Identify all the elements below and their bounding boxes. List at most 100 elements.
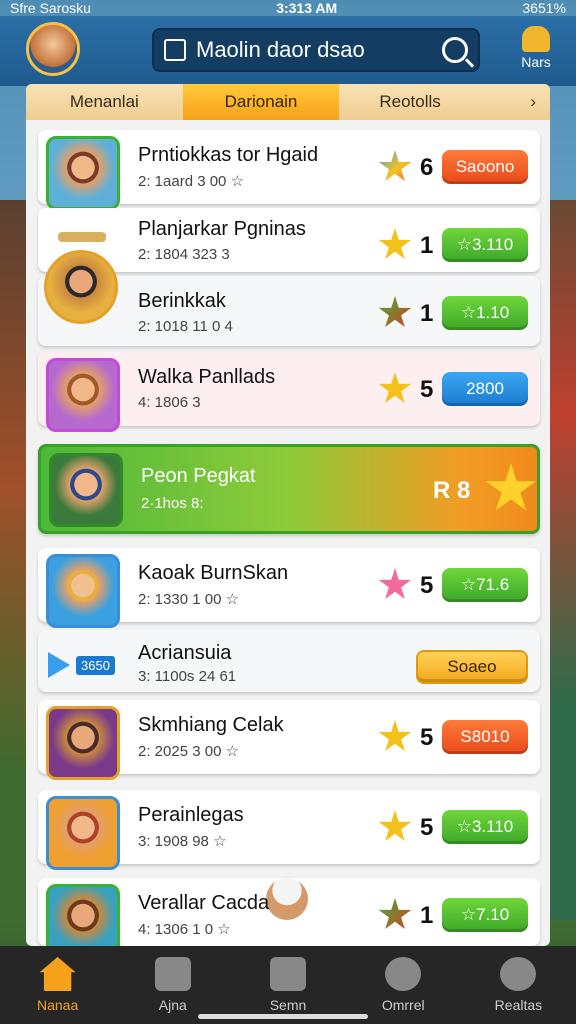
- notifications-button[interactable]: Nars: [512, 26, 560, 78]
- player-stats: 3: 1908 98 ☆: [138, 833, 227, 850]
- action-button[interactable]: Soaeo: [416, 650, 528, 684]
- home-icon: [39, 957, 76, 991]
- action-button[interactable]: S8010: [442, 720, 528, 754]
- player-stats: 2·1hos 8:: [141, 495, 204, 512]
- nav-4[interactable]: Omrrel: [346, 946, 461, 1024]
- player-portrait: [49, 453, 123, 527]
- nav-5[interactable]: Realtas: [461, 946, 576, 1024]
- action-button[interactable]: ☆1.10: [442, 296, 528, 330]
- player-name: Verallar Cacda: [138, 892, 270, 914]
- player-portrait: [46, 358, 120, 432]
- action-button[interactable]: ☆3.110: [442, 810, 528, 844]
- list-item[interactable]: Walka Panllads 4: 1806 3 5 2800: [38, 352, 540, 432]
- play-badge: 3650: [76, 656, 115, 675]
- star-icon: [378, 150, 412, 181]
- player-name: Acriansuia: [138, 642, 232, 664]
- action-button[interactable]: Saoono: [442, 150, 528, 184]
- player-name: Peon Pegkat: [141, 465, 256, 487]
- notifications-label: Nars: [521, 54, 551, 70]
- filter-icon[interactable]: [164, 39, 186, 61]
- star-count: 5: [420, 572, 434, 599]
- player-portrait: [46, 796, 120, 870]
- player-portrait: [46, 706, 120, 780]
- list-item[interactable]: Kaoak BurnSkan 2: 1330 1 00 ☆ 5 ☆71.6: [38, 548, 540, 628]
- player-portrait: [46, 554, 120, 628]
- list-item[interactable]: Berinkkak 2: 1018 11 0 4 1 ☆1.10: [38, 250, 540, 346]
- nav-3[interactable]: Semn: [230, 946, 345, 1024]
- player-stats: 2: 1aard 3 00 ☆: [138, 173, 245, 190]
- player-name: Walka Panllads: [138, 366, 276, 388]
- helmet-avatar: [266, 878, 308, 920]
- player-stats: 3: 1100s 24 61: [138, 668, 237, 685]
- player-stats: 2: 1804 323 3: [138, 246, 230, 263]
- search-input[interactable]: Maolin daor dsao: [196, 37, 442, 63]
- nav-home[interactable]: Nanaa: [0, 946, 115, 1024]
- list-item[interactable]: Planjarkar Pgninas 2: 1804 323 3 1 ☆3.11…: [38, 208, 540, 272]
- nav-label: Realtas: [494, 997, 543, 1013]
- list-item[interactable]: Prntiokkas tor Hgaid 2: 1aard 3 00 ☆ 6 S…: [38, 130, 540, 210]
- profile-icon: [500, 957, 537, 991]
- tab-1[interactable]: Menanlai: [26, 84, 183, 120]
- rank-label: R 8: [433, 477, 471, 504]
- list-item[interactable]: Skmhiang Celak 2: 2025 3 00 ☆ 5 S8010: [38, 700, 540, 780]
- bell-icon: [522, 26, 550, 52]
- player-name: Prntiokkas tor Hgaid: [138, 144, 319, 166]
- action-button[interactable]: 2800: [442, 372, 528, 406]
- status-time: 3:313 AM: [276, 0, 338, 16]
- player-stats: 2: 2025 3 00 ☆: [138, 743, 240, 760]
- dial-icon: [385, 957, 422, 991]
- star-icon: [378, 720, 412, 751]
- player-stats: 4: 1806 3: [138, 394, 201, 411]
- tab-3[interactable]: Reotolls ›: [339, 84, 550, 120]
- bird-icon: [154, 957, 191, 991]
- nav-2[interactable]: Ajna: [115, 946, 230, 1024]
- status-battery: 3651%: [522, 0, 566, 16]
- nav-label: Nanaa: [36, 997, 79, 1013]
- star-icon: [486, 463, 536, 511]
- player-name: Perainlegas: [138, 804, 244, 826]
- player-stats: 2: 1018 11 0 4: [138, 318, 233, 335]
- star-icon: [378, 372, 412, 403]
- chevron-right-icon[interactable]: ›: [530, 92, 536, 112]
- player-name: Berinkkak: [138, 290, 226, 312]
- star-count: 5: [420, 814, 434, 841]
- tab-3-label: Reotolls: [379, 92, 441, 111]
- action-button[interactable]: ☆7.10: [442, 898, 528, 932]
- player-portrait: [44, 250, 118, 324]
- star-icon: [378, 296, 412, 327]
- search-bar[interactable]: Maolin daor dsao: [152, 28, 480, 72]
- star-count: 5: [420, 724, 434, 751]
- play-icon[interactable]: [48, 652, 70, 678]
- tab-2-label: Darionain: [224, 92, 298, 111]
- list-item[interactable]: 3650 Acriansuia 3: 1100s 24 61 Soaeo: [38, 630, 540, 692]
- tab-1-label: Menanlai: [69, 92, 139, 111]
- player-name: Kaoak BurnSkan: [138, 562, 289, 584]
- dumbbell-icon: [58, 232, 106, 242]
- nav-label: Semn: [269, 997, 307, 1013]
- status-bar: Sfre Sarosku 3:313 AM 3651%: [0, 0, 576, 16]
- list-icon: [270, 957, 306, 991]
- player-stats: 4: 1306 1 0 ☆: [138, 921, 231, 938]
- background-right-stadium: [546, 200, 576, 920]
- action-button[interactable]: ☆71.6: [442, 568, 528, 602]
- bottom-nav: Nanaa Ajna Semn Omrrel Realtas: [0, 946, 576, 1024]
- tab-2[interactable]: Darionain: [182, 84, 340, 120]
- list-item-highlighted[interactable]: Peon Pegkat 2·1hos 8: R 8: [38, 444, 540, 534]
- player-name: Planjarkar Pgninas: [138, 218, 306, 240]
- search-icon[interactable]: [442, 37, 468, 63]
- nav-label: Ajna: [158, 997, 187, 1013]
- star-count: 1: [420, 300, 434, 327]
- list-item[interactable]: Perainlegas 3: 1908 98 ☆ 5 ☆3.110: [38, 790, 540, 870]
- tab-bar: Menanlai Darionain Reotolls ›: [26, 84, 550, 120]
- star-count: 1: [420, 232, 434, 259]
- star-count: 5: [420, 376, 434, 403]
- star-icon: [378, 228, 412, 259]
- star-count: 1: [420, 902, 434, 929]
- star-icon: [378, 568, 412, 599]
- player-avatar[interactable]: [26, 22, 80, 76]
- list-item[interactable]: Verallar Cacda 4: 1306 1 0 ☆ 1 ☆7.10: [38, 878, 540, 958]
- nav-label: Omrrel: [381, 997, 425, 1013]
- star-icon: [378, 898, 412, 929]
- action-button[interactable]: ☆3.110: [442, 228, 528, 262]
- star-icon: [378, 810, 412, 841]
